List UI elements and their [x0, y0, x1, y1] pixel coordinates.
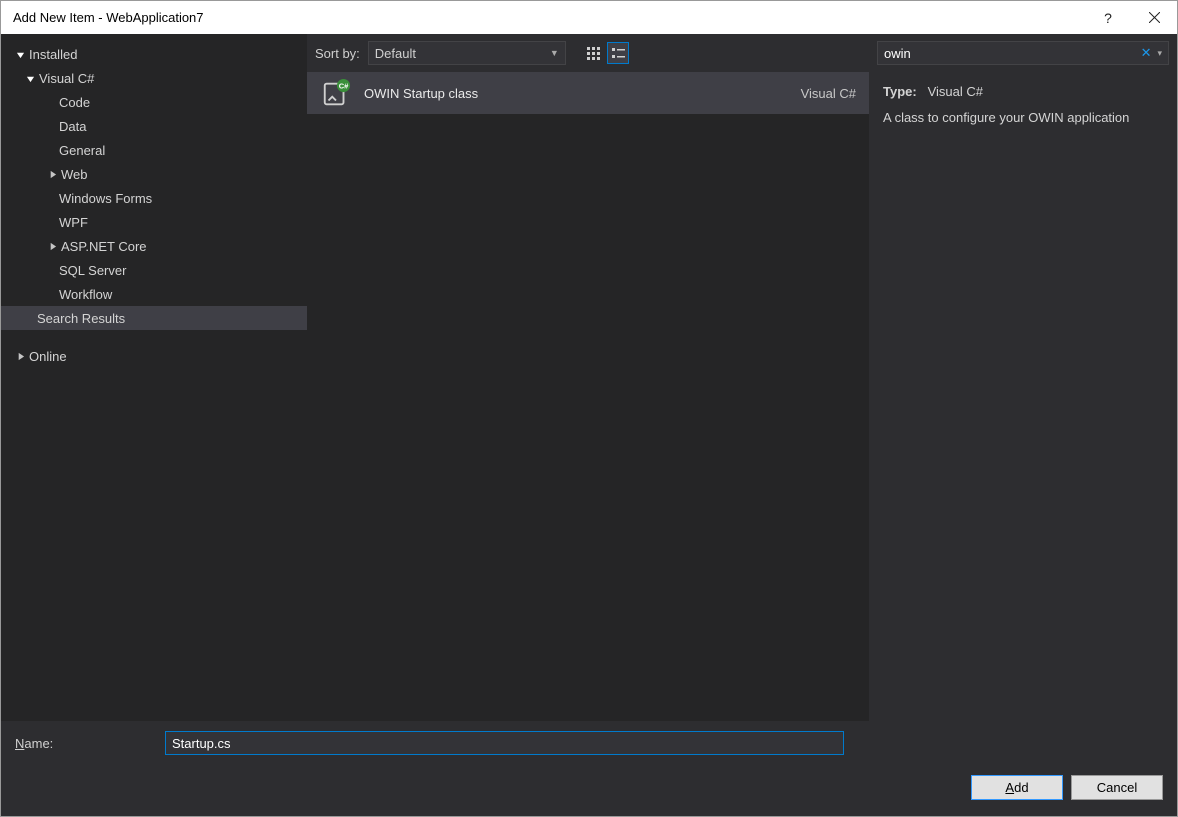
right-panel: ✕ ▾ Type: Visual C# A class to configure…: [869, 34, 1177, 721]
template-language: Visual C#: [801, 86, 856, 101]
sort-by-label: Sort by:: [315, 46, 360, 61]
close-button[interactable]: [1131, 1, 1177, 34]
csharp-class-icon: C#: [320, 77, 352, 109]
tree-code[interactable]: Code: [1, 90, 307, 114]
tree-label: ASP.NET Core: [61, 239, 147, 254]
view-mode-buttons: [582, 42, 629, 64]
name-input[interactable]: [165, 731, 844, 755]
view-details[interactable]: [607, 42, 629, 64]
tree-label: General: [59, 143, 105, 158]
tree-label: Windows Forms: [59, 191, 152, 206]
grid-small-icon: [586, 46, 600, 60]
close-icon: [1149, 12, 1160, 23]
tree-data[interactable]: Data: [1, 114, 307, 138]
tree-label: SQL Server: [59, 263, 126, 278]
expander-right-icon: [45, 239, 59, 253]
tree-visual-csharp[interactable]: Visual C#: [1, 66, 307, 90]
type-value: Visual C#: [928, 84, 983, 99]
tree-general[interactable]: General: [1, 138, 307, 162]
svg-text:C#: C#: [339, 81, 349, 90]
footer: Name: Add Cancel: [1, 721, 1177, 816]
expander-down-icon: [23, 71, 37, 85]
search-box[interactable]: ✕ ▾: [877, 41, 1169, 65]
sort-bar: Sort by: Default ▼: [307, 34, 869, 72]
titlebar: Add New Item - WebApplication7 ?: [1, 1, 1177, 34]
tree-installed[interactable]: Installed: [1, 42, 307, 66]
tree-label: Web: [61, 167, 88, 182]
tree-aspnet-core[interactable]: ASP.NET Core: [1, 234, 307, 258]
button-row: Add Cancel: [15, 775, 1163, 800]
type-label: Type:: [883, 84, 917, 99]
template-details: Type: Visual C# A class to configure you…: [869, 72, 1177, 138]
expander-down-icon: [13, 47, 27, 61]
search-input[interactable]: [884, 46, 1137, 61]
clear-search-icon[interactable]: ✕: [1141, 45, 1152, 61]
tree-label: Search Results: [37, 311, 125, 326]
template-name: OWIN Startup class: [364, 86, 789, 101]
expander-right-icon: [45, 167, 59, 181]
tree-label: Online: [29, 349, 67, 364]
tree-label: Installed: [29, 47, 77, 62]
tree-search-results[interactable]: Search Results: [1, 306, 307, 330]
cancel-button[interactable]: Cancel: [1071, 775, 1163, 800]
tree-online[interactable]: Online: [1, 344, 307, 368]
help-button[interactable]: ?: [1085, 1, 1131, 34]
tree-label: WPF: [59, 215, 88, 230]
template-description: A class to configure your OWIN applicati…: [883, 108, 1163, 128]
window-title: Add New Item - WebApplication7: [13, 10, 1085, 25]
tree-label: Data: [59, 119, 86, 134]
view-small-icons[interactable]: [582, 42, 604, 64]
tree-workflow[interactable]: Workflow: [1, 282, 307, 306]
tree-label: Code: [59, 95, 90, 110]
expander-right-icon: [13, 349, 27, 363]
tree-web[interactable]: Web: [1, 162, 307, 186]
search-wrap: ✕ ▾: [869, 34, 1177, 72]
chevron-down-icon: ▼: [550, 48, 559, 58]
name-row: Name:: [15, 731, 1163, 755]
template-list[interactable]: C# OWIN Startup class Visual C#: [307, 72, 869, 721]
center-panel: Sort by: Default ▼: [307, 34, 869, 721]
sort-by-dropdown[interactable]: Default ▼: [368, 41, 566, 65]
tree-wpf[interactable]: WPF: [1, 210, 307, 234]
add-button[interactable]: Add: [971, 775, 1063, 800]
chevron-down-icon[interactable]: ▾: [1157, 48, 1162, 59]
tree-label: Workflow: [59, 287, 112, 302]
content-area: Installed Visual C# Code Data General We…: [1, 34, 1177, 721]
category-tree: Installed Visual C# Code Data General We…: [1, 34, 307, 721]
tree-windows-forms[interactable]: Windows Forms: [1, 186, 307, 210]
tree-label: Visual C#: [39, 71, 94, 86]
sort-by-value: Default: [375, 46, 416, 61]
name-label: Name:: [15, 736, 155, 751]
tree-sql-server[interactable]: SQL Server: [1, 258, 307, 282]
dialog-window: Add New Item - WebApplication7 ? Install…: [0, 0, 1178, 817]
template-row-owin-startup[interactable]: C# OWIN Startup class Visual C#: [307, 72, 869, 114]
list-icon: [611, 46, 625, 60]
